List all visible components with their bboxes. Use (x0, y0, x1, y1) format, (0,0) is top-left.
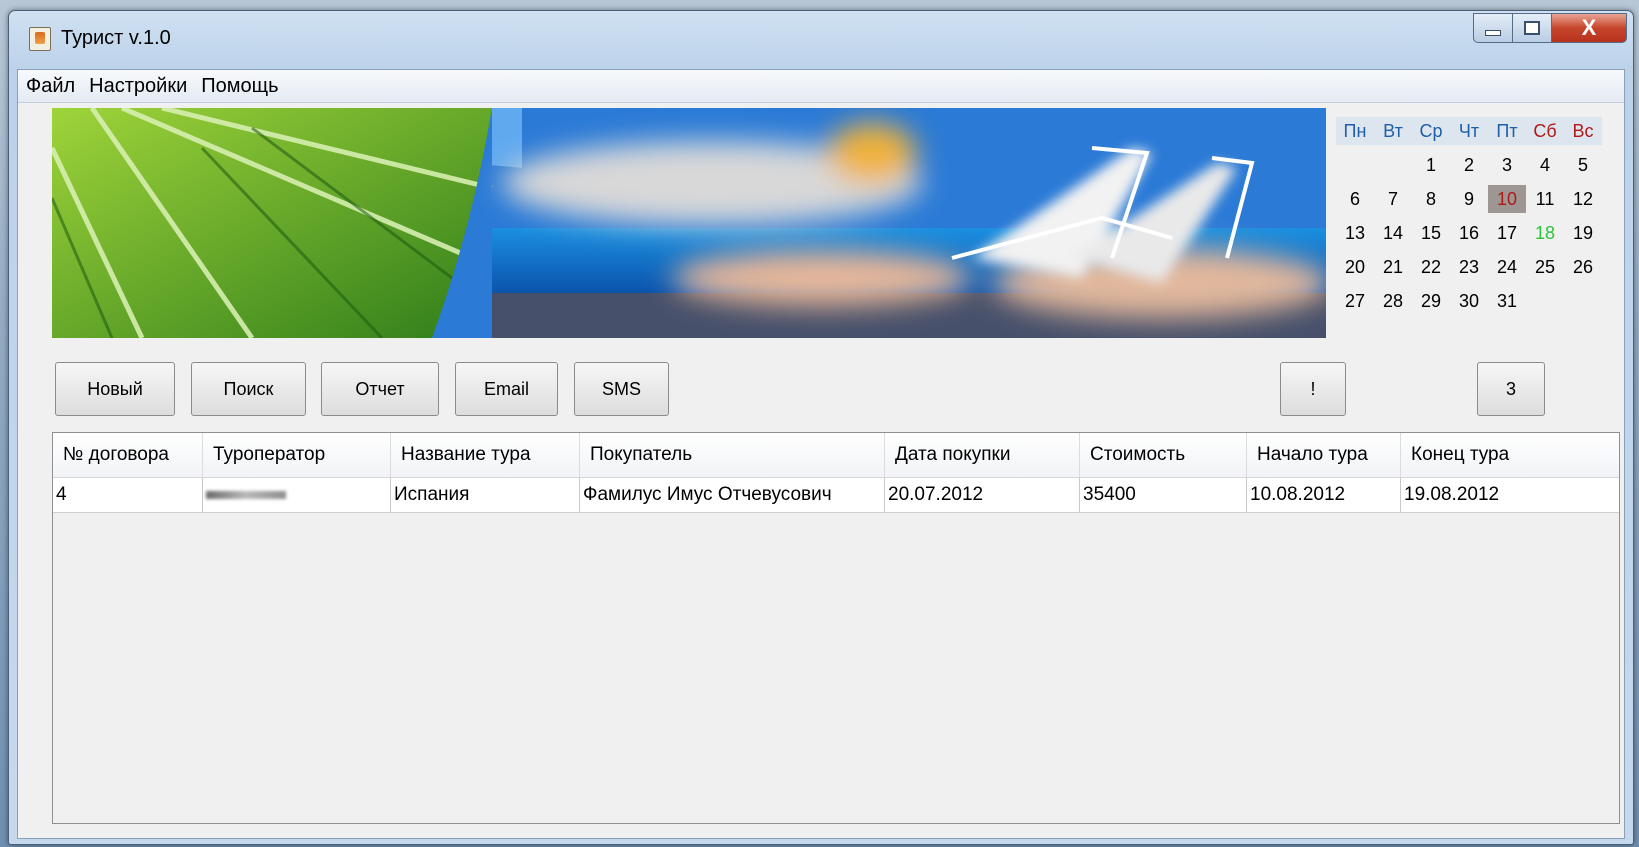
window-controls: X (1473, 13, 1627, 43)
maximize-button[interactable] (1512, 13, 1551, 43)
column-header-purchase-date[interactable]: Дата покупки (885, 433, 1080, 477)
calendar-day[interactable]: 16 (1450, 219, 1488, 247)
cell-buyer[interactable]: Фамилус Имус Отчевусович (580, 478, 885, 512)
calendar-week: 27 28 29 30 31 (1336, 284, 1612, 318)
cell-price[interactable]: 35400 (1080, 478, 1247, 512)
cell-contract[interactable]: 4 (53, 478, 203, 512)
close-button[interactable]: X (1551, 13, 1627, 43)
calendar-day[interactable]: 4 (1526, 151, 1564, 179)
calendar-day[interactable]: 7 (1374, 185, 1412, 213)
title-bar[interactable]: Турист v.1.0 X (9, 11, 1633, 69)
calendar-day[interactable] (1374, 151, 1412, 179)
column-header-buyer[interactable]: Покупатель (580, 433, 885, 477)
calendar-week: 20 21 22 23 24 25 26 (1336, 250, 1612, 284)
calendar-day[interactable]: 27 (1336, 287, 1374, 315)
column-header-end[interactable]: Конец тура (1401, 433, 1557, 477)
table-header: № договора Туроператор Название тура Пок… (53, 433, 1619, 478)
calendar-day[interactable]: 11 (1526, 185, 1564, 213)
table-row[interactable]: 4 Испания Фамилус Имус Отчевусович 20.07… (53, 478, 1619, 513)
calendar-day[interactable]: 23 (1450, 253, 1488, 281)
search-button[interactable]: Поиск (191, 362, 306, 416)
column-header-operator[interactable]: Туроператор (203, 433, 391, 477)
cell-start[interactable]: 10.08.2012 (1247, 478, 1401, 512)
calendar-week: 1 2 3 4 5 (1336, 148, 1612, 182)
calendar-day[interactable]: 31 (1488, 287, 1526, 315)
column-header-contract[interactable]: № договора (53, 433, 203, 477)
calendar-weekday: Пт (1488, 117, 1526, 145)
calendar-day[interactable]: 30 (1450, 287, 1488, 315)
calendar-day[interactable] (1564, 287, 1602, 315)
report-button[interactable]: Отчет (321, 362, 439, 416)
calendar-day[interactable]: 17 (1488, 219, 1526, 247)
cell-end[interactable]: 19.08.2012 (1401, 478, 1557, 512)
calendar-day[interactable]: 9 (1450, 185, 1488, 213)
calendar-day[interactable] (1526, 287, 1564, 315)
calendar-weekday: Ср (1412, 117, 1450, 145)
calendar-day[interactable]: 29 (1412, 287, 1450, 315)
calendar-day[interactable]: 14 (1374, 219, 1412, 247)
calendar-week: 6 7 8 9 10 11 12 (1336, 182, 1612, 216)
column-header-tour[interactable]: Название тура (391, 433, 580, 477)
calendar-day[interactable]: 12 (1564, 185, 1602, 213)
minimize-icon (1485, 30, 1501, 36)
calendar-day[interactable]: 2 (1450, 151, 1488, 179)
calendar-day[interactable]: 26 (1564, 253, 1602, 281)
window-title: Турист v.1.0 (61, 27, 171, 49)
menu-settings[interactable]: Настройки (83, 75, 193, 98)
calendar-day[interactable] (1336, 151, 1374, 179)
email-button[interactable]: Email (455, 362, 558, 416)
cell-operator[interactable] (203, 478, 391, 512)
calendar-day[interactable]: 25 (1526, 253, 1564, 281)
java-app-icon[interactable] (29, 27, 51, 51)
calendar-day[interactable]: 5 (1564, 151, 1602, 179)
count-button[interactable]: 3 (1477, 362, 1545, 416)
menu-bar: Файл Настройки Помощь (18, 70, 1624, 103)
cell-purchase-date[interactable]: 20.07.2012 (885, 478, 1080, 512)
calendar-day[interactable]: 6 (1336, 185, 1374, 213)
calendar-day[interactable]: 20 (1336, 253, 1374, 281)
calendar-weekday: Вт (1374, 117, 1412, 145)
calendar-day[interactable]: 21 (1374, 253, 1412, 281)
app-window: Турист v.1.0 X Файл Настройки Помощь Пн … (8, 10, 1634, 845)
calendar-day[interactable]: 3 (1488, 151, 1526, 179)
calendar-weekday-row: Пн Вт Ср Чт Пт Сб Вс (1336, 114, 1612, 148)
client-area: Файл Настройки Помощь Пн Вт Ср Чт Пт Сб … (17, 69, 1625, 839)
cell-tour[interactable]: Испания (391, 478, 580, 512)
new-button[interactable]: Новый (55, 362, 175, 416)
calendar-day[interactable]: 13 (1336, 219, 1374, 247)
calendar-day-today[interactable]: 10 (1488, 185, 1526, 213)
calendar-day[interactable]: 15 (1412, 219, 1450, 247)
calendar-weekday: Вс (1564, 117, 1602, 145)
calendar-widget: Пн Вт Ср Чт Пт Сб Вс 1 2 3 4 5 6 7 8 9 1… (1336, 114, 1612, 318)
calendar-week: 13 14 15 16 17 18 19 (1336, 216, 1612, 250)
column-header-start[interactable]: Начало тура (1247, 433, 1401, 477)
menu-file[interactable]: Файл (20, 75, 81, 98)
calendar-day[interactable]: 1 (1412, 151, 1450, 179)
close-icon: X (1581, 15, 1597, 40)
calendar-day[interactable]: 22 (1412, 253, 1450, 281)
calendar-day[interactable]: 24 (1488, 253, 1526, 281)
calendar-weekday: Сб (1526, 117, 1564, 145)
calendar-day-holiday[interactable]: 18 (1526, 219, 1564, 247)
maximize-icon (1524, 21, 1540, 35)
beach-banner-image (52, 108, 1326, 338)
column-header-price[interactable]: Стоимость (1080, 433, 1247, 477)
calendar-day[interactable]: 19 (1564, 219, 1602, 247)
tours-table: № договора Туроператор Название тура Пок… (52, 432, 1620, 824)
calendar-weekday: Чт (1450, 117, 1488, 145)
sms-button[interactable]: SMS (574, 362, 669, 416)
calendar-weekday: Пн (1336, 117, 1374, 145)
calendar-day[interactable]: 8 (1412, 185, 1450, 213)
alert-button[interactable]: ! (1280, 362, 1346, 416)
minimize-button[interactable] (1473, 13, 1512, 43)
calendar-day[interactable]: 28 (1374, 287, 1412, 315)
redacted-operator (206, 491, 286, 499)
menu-help[interactable]: Помощь (195, 75, 284, 98)
